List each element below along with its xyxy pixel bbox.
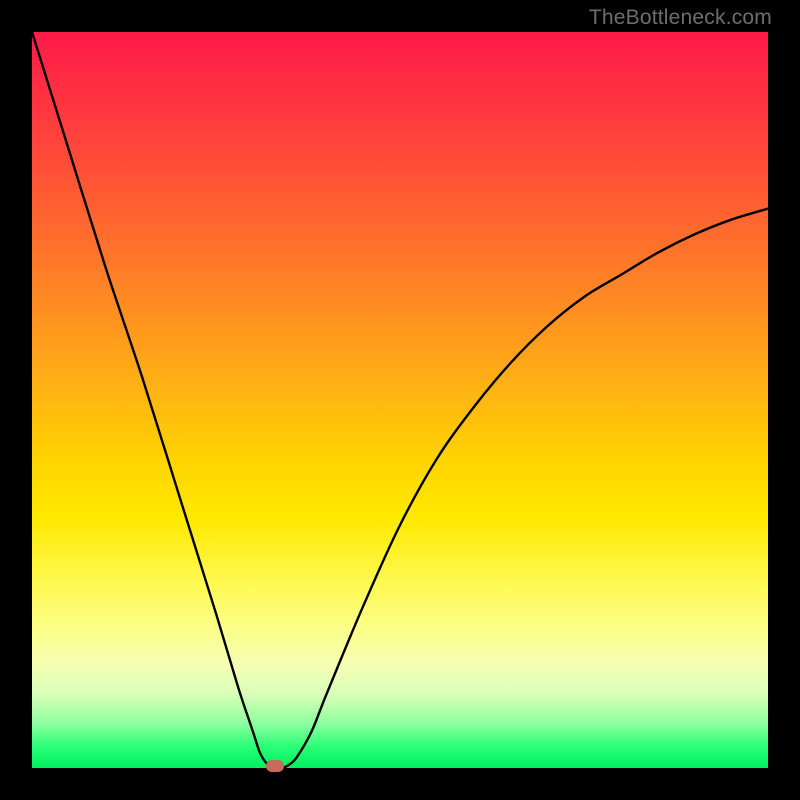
plot-area (32, 32, 768, 768)
bottleneck-curve (32, 32, 768, 768)
optimum-marker (266, 760, 284, 772)
chart-frame: TheBottleneck.com (0, 0, 800, 800)
watermark-text: TheBottleneck.com (589, 6, 772, 30)
